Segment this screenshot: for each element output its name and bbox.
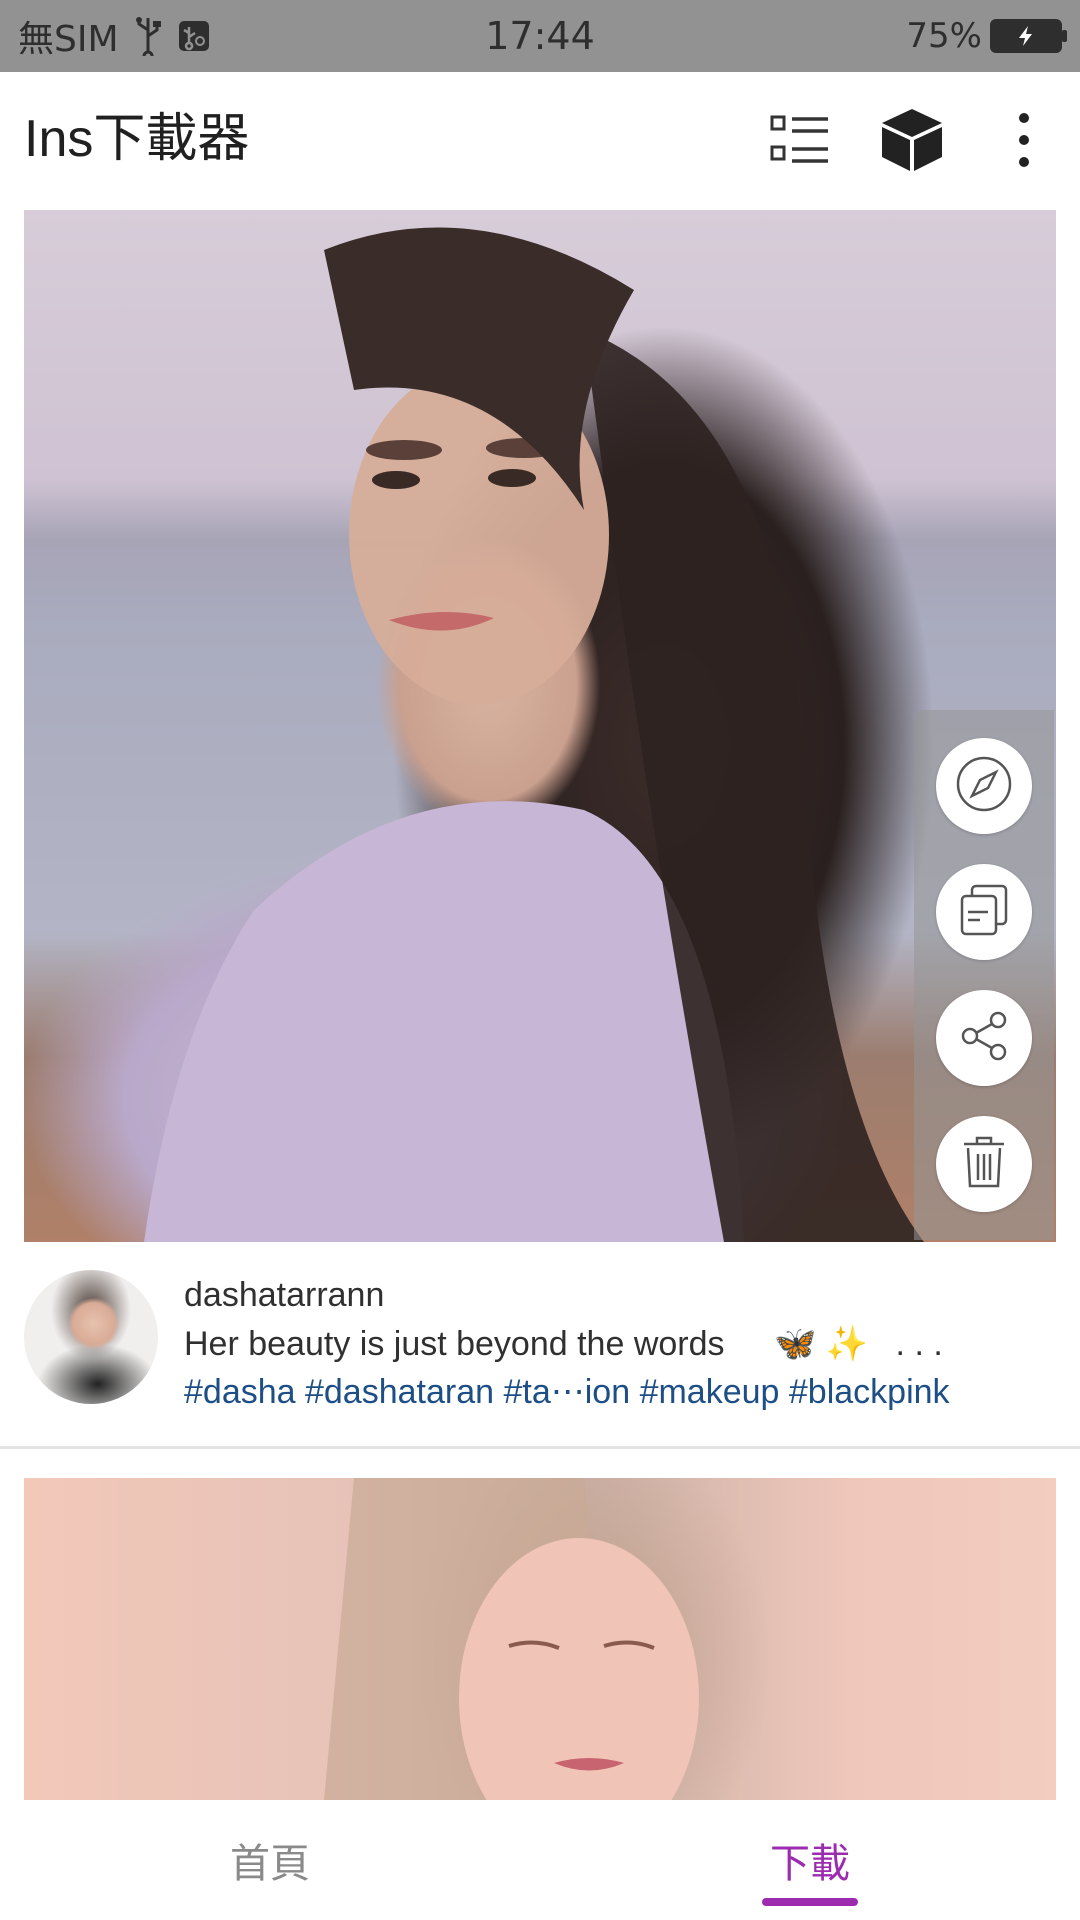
- status-right: 75%: [906, 0, 1067, 72]
- battery-percent: 75%: [906, 16, 982, 56]
- open-browser-button[interactable]: [936, 738, 1032, 834]
- caption-emoji: 🦋 ✨: [773, 1325, 869, 1363]
- compass-icon: [954, 754, 1014, 818]
- cube-button[interactable]: [864, 94, 960, 190]
- app-bar: Ins下載器: [0, 72, 1080, 212]
- status-bar: 無SIM 17:44 75%: [0, 0, 1080, 72]
- username[interactable]: dashatarrann: [184, 1276, 384, 1315]
- nav-home[interactable]: 首頁: [0, 1800, 540, 1920]
- list-view-icon: [770, 113, 830, 171]
- copy-icon: [954, 880, 1014, 944]
- list-view-button[interactable]: [752, 94, 848, 190]
- delete-button[interactable]: [936, 1116, 1032, 1212]
- post-image[interactable]: [24, 210, 1056, 1242]
- post-image-2[interactable]: [24, 1478, 1056, 1800]
- nav-active-indicator: [762, 1898, 858, 1906]
- divider: [0, 1446, 1080, 1449]
- share-icon: [954, 1006, 1014, 1070]
- more-vert-icon: [1016, 112, 1032, 172]
- caption-more[interactable]: . . .: [896, 1325, 943, 1363]
- copy-button[interactable]: [936, 864, 1032, 960]
- nav-download-label: 下載: [770, 1841, 850, 1887]
- share-button[interactable]: [936, 990, 1032, 1086]
- hashtags[interactable]: #dasha #dashataran #ta⋯ion #makeup #blac…: [184, 1372, 950, 1412]
- battery-icon: [990, 19, 1067, 53]
- cube-icon: [880, 107, 944, 177]
- app-title: Ins下載器: [24, 110, 250, 168]
- avatar[interactable]: [24, 1270, 158, 1404]
- caption-text: Her beauty is just beyond the words: [184, 1325, 725, 1363]
- delete-icon: [954, 1132, 1014, 1196]
- caption: Her beauty is just beyond the words 🦋 ✨ …: [184, 1324, 943, 1364]
- more-options-button[interactable]: [976, 94, 1072, 190]
- post-meta: dashatarrann Her beauty is just beyond t…: [0, 1262, 1080, 1446]
- nav-home-label: 首頁: [230, 1841, 310, 1887]
- bottom-nav: 首頁 下載: [0, 1800, 1080, 1920]
